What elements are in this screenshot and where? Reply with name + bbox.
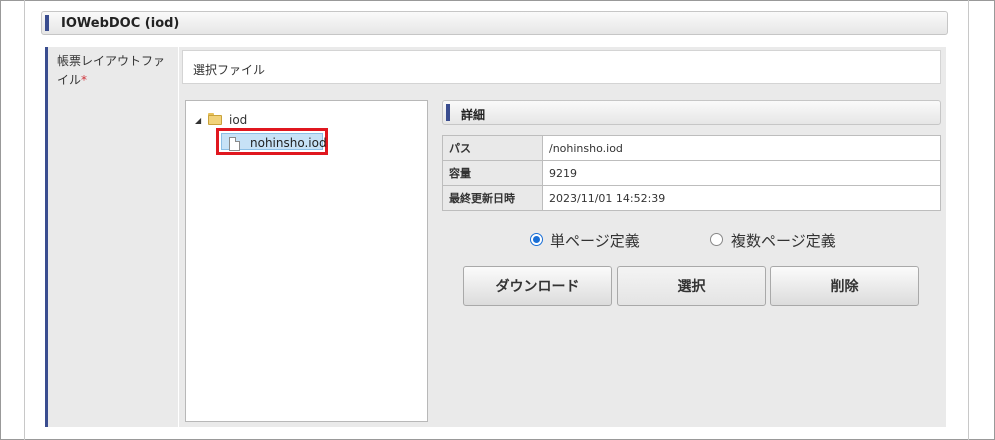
required-mark: *: [81, 73, 88, 87]
selected-file-header: 選択ファイル: [182, 50, 941, 84]
radio-single-page-label[interactable]: 単ページ定義: [550, 230, 640, 251]
selected-file-title: 選択ファイル: [193, 63, 266, 77]
folder-icon: [208, 113, 222, 125]
file-icon: [229, 137, 240, 151]
field-label-text: 帳票レイアウトファイル: [57, 54, 166, 87]
header-accent-bar: [45, 15, 49, 31]
field-label: 帳票レイアウトファイル*: [57, 52, 175, 90]
detail-key: 容量: [442, 160, 543, 186]
radio-multi-page[interactable]: [710, 233, 723, 246]
detail-key: 最終更新日時: [442, 185, 543, 211]
radio-multi-page-label[interactable]: 複数ページ定義: [731, 230, 836, 251]
tree-folder-iod[interactable]: iod: [229, 113, 247, 127]
file-tree[interactable]: ◢ iod nohinsho.iod: [185, 100, 428, 422]
field-label-cell: 帳票レイアウトファイル*: [45, 47, 178, 427]
detail-value: 2023/11/01 14:52:39: [542, 185, 941, 211]
detail-header: 詳細: [442, 100, 941, 125]
section-title: IOWebDOC (iod): [61, 16, 180, 31]
detail-value: 9219: [542, 160, 941, 186]
detail-title: 詳細: [461, 108, 486, 122]
table-row: 容量 9219: [442, 160, 941, 186]
left-divider: [24, 0, 25, 440]
radio-single-page[interactable]: [530, 233, 543, 246]
detail-value: /nohinsho.iod: [542, 135, 941, 161]
tree-file-nohinsho[interactable]: nohinsho.iod: [221, 133, 327, 151]
select-button[interactable]: 選択: [617, 266, 766, 306]
download-button[interactable]: ダウンロード: [463, 266, 612, 306]
table-row: パス /nohinsho.iod: [442, 135, 941, 161]
detail-table: パス /nohinsho.iod 容量 9219 最終更新日時 2023/11/…: [442, 135, 941, 211]
highlight-box: nohinsho.iod: [216, 128, 328, 155]
right-divider: [968, 0, 969, 440]
table-row: 最終更新日時 2023/11/01 14:52:39: [442, 185, 941, 211]
tree-file-label: nohinsho.iod: [250, 136, 327, 150]
detail-accent-bar: [446, 104, 450, 121]
collapse-arrow-icon[interactable]: ◢: [195, 116, 201, 125]
page-definition-options: 単ページ定義 複数ページ定義: [528, 230, 908, 252]
detail-key: パス: [442, 135, 543, 161]
section-header: IOWebDOC (iod): [41, 11, 948, 35]
delete-button[interactable]: 削除: [770, 266, 919, 306]
